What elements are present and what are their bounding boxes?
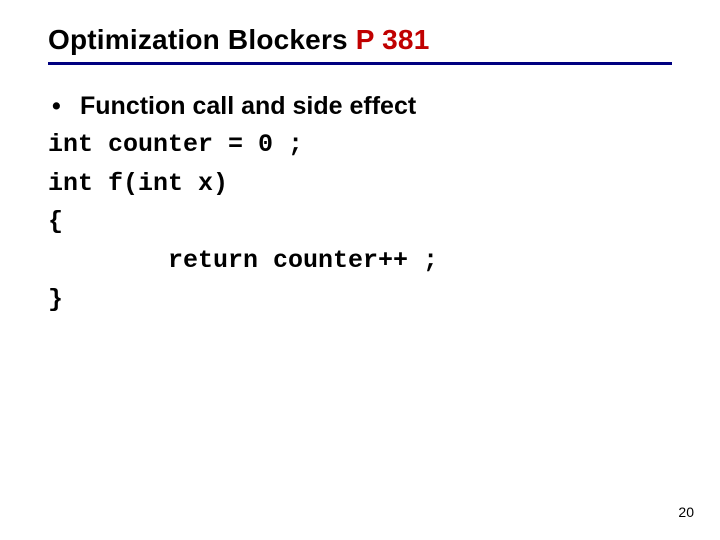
bullet-item: • Function call and side effect	[48, 87, 672, 126]
code-line-5: }	[48, 281, 672, 320]
bullet-text: Function call and side effect	[80, 87, 416, 126]
title-ref: P 381	[356, 24, 430, 55]
slide-body: • Function call and side effect int coun…	[48, 87, 672, 320]
slide-title: Optimization Blockers P 381	[48, 24, 672, 56]
slide: Optimization Blockers P 381 • Function c…	[0, 0, 720, 540]
code-line-3: {	[48, 203, 672, 242]
bullet-dot-icon: •	[48, 87, 80, 126]
code-line-4: return counter++ ;	[48, 242, 672, 281]
title-main: Optimization Blockers	[48, 24, 356, 55]
title-underline	[48, 62, 672, 65]
page-number: 20	[678, 504, 694, 520]
code-line-1: int counter = 0 ;	[48, 126, 672, 165]
code-line-2: int f(int x)	[48, 165, 672, 204]
